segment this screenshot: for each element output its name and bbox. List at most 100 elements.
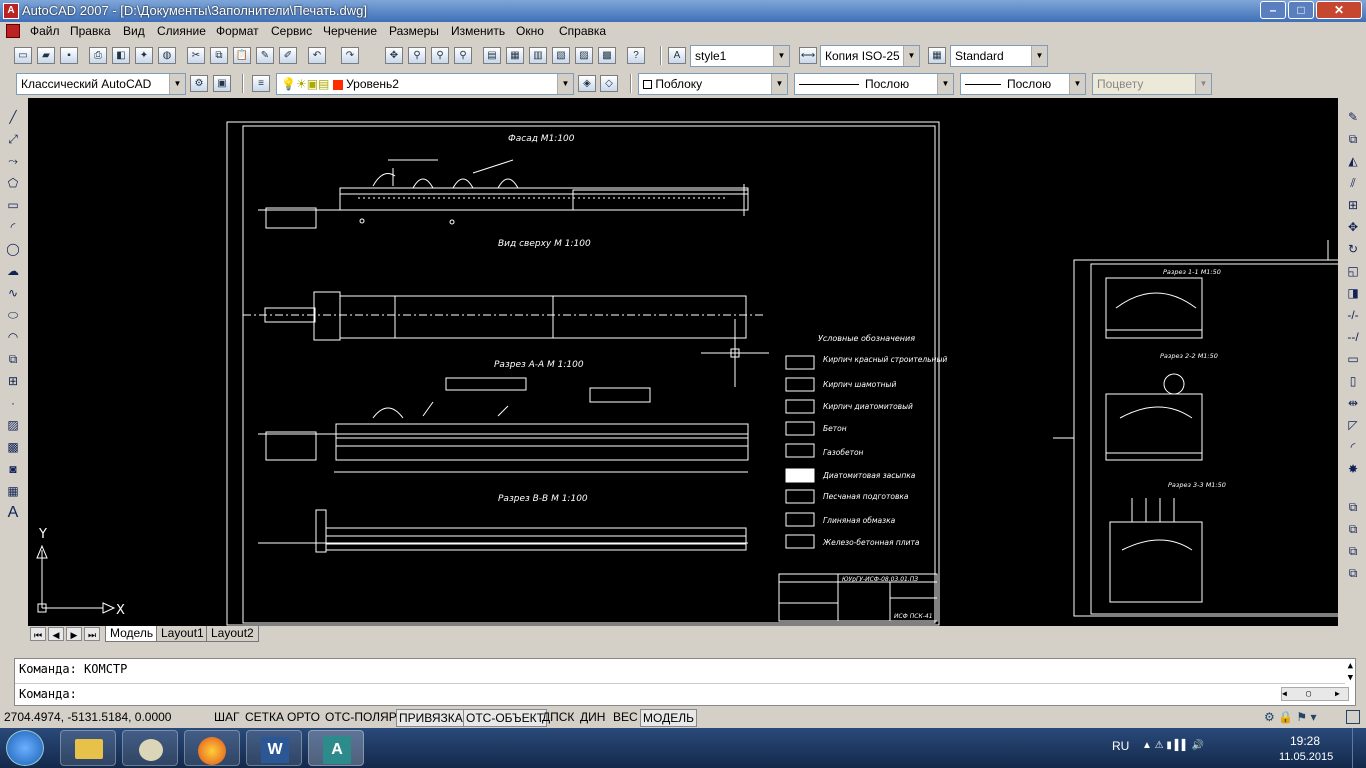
undo-icon[interactable]: ↶ xyxy=(308,47,326,64)
dim-style-icon[interactable]: ⟷ xyxy=(799,47,817,64)
region-icon[interactable]: ◙ xyxy=(4,460,22,478)
show-desktop-button[interactable] xyxy=(1352,728,1366,768)
mirror-icon[interactable]: ◭ xyxy=(1344,152,1362,170)
revision-cloud-icon[interactable]: ☁ xyxy=(4,262,22,280)
clock-time[interactable]: 19:28 xyxy=(1290,734,1320,748)
table-style-icon[interactable]: ▦ xyxy=(928,47,946,64)
rotate-icon[interactable]: ↻ xyxy=(1344,240,1362,258)
fillet-icon[interactable]: ◜ xyxy=(1344,438,1362,456)
properties-icon[interactable]: ▤ xyxy=(483,47,501,64)
ellipse-arc-icon[interactable]: ◠ xyxy=(4,328,22,346)
my-workspace-icon[interactable]: ▣ xyxy=(213,75,231,92)
scale-icon[interactable]: ◱ xyxy=(1344,262,1362,280)
clock-date[interactable]: 11.05.2015 xyxy=(1279,751,1333,763)
language-indicator[interactable]: RU xyxy=(1112,739,1129,753)
publish-icon[interactable]: ✦ xyxy=(135,47,153,64)
draw-order-icon[interactable]: ⧉ xyxy=(1344,498,1362,516)
minimize-button[interactable]: – xyxy=(1260,1,1286,19)
ducs-toggle[interactable]: ДПСК xyxy=(540,709,576,727)
bring-front-icon[interactable]: ⧉ xyxy=(1344,520,1362,538)
clean-screen-icon[interactable] xyxy=(1346,710,1360,724)
linetype-select[interactable]: Послою ▼ xyxy=(794,73,954,95)
workspace-settings-icon[interactable]: ⚙ xyxy=(190,75,208,92)
bring-above-icon[interactable]: ⧉ xyxy=(1344,564,1362,582)
menu-dimension[interactable]: Размеры xyxy=(389,24,439,38)
grid-toggle[interactable]: СЕТКА xyxy=(243,709,286,727)
layer-previous-icon[interactable]: ◇ xyxy=(600,75,618,92)
break-at-point-icon[interactable]: ▭ xyxy=(1344,350,1362,368)
send-back-icon[interactable]: ⧉ xyxy=(1344,542,1362,560)
stretch-icon[interactable]: ◨ xyxy=(1344,284,1362,302)
polyline-icon[interactable]: ⤳ xyxy=(4,152,22,170)
menu-view[interactable]: Вид xyxy=(123,24,145,38)
calculator-icon[interactable]: ▩ xyxy=(598,47,616,64)
layer-manager-icon[interactable]: ≡ xyxy=(252,75,270,92)
menu-help[interactable]: Справка xyxy=(559,24,606,38)
make-block-icon[interactable]: ⊞ xyxy=(4,372,22,390)
sheet-set-icon[interactable]: ▧ xyxy=(552,47,570,64)
tab-model[interactable]: Модель xyxy=(105,626,159,642)
plotstyle-select[interactable]: Поцвету ▼ xyxy=(1092,73,1212,95)
move-icon[interactable]: ✥ xyxy=(1344,218,1362,236)
command-window[interactable]: Команда: КОМСТР Команда: ▲ ▼ ◀ ▢ ▶ xyxy=(14,658,1356,706)
block-editor-icon[interactable]: ✐ xyxy=(279,47,297,64)
menu-merge[interactable]: Слияние xyxy=(157,24,206,38)
erase-icon[interactable]: ✎ xyxy=(1344,108,1362,126)
mtext-icon[interactable]: A xyxy=(4,504,22,522)
document-icon[interactable] xyxy=(6,24,20,38)
explorer-taskbar-icon[interactable] xyxy=(60,730,116,766)
new-icon[interactable]: ▭ xyxy=(14,47,32,64)
autocad-taskbar-icon[interactable]: A xyxy=(308,730,364,766)
rectangle-icon[interactable]: ▭ xyxy=(4,196,22,214)
zoom-previous-icon[interactable]: ⚲ xyxy=(454,47,472,64)
tool-palettes-icon[interactable]: ▥ xyxy=(529,47,547,64)
join-icon[interactable]: ⇹ xyxy=(1344,394,1362,412)
explode-icon[interactable]: ✸ xyxy=(1344,460,1362,478)
otrack-toggle[interactable]: ОТС-ОБЪЕКТ xyxy=(463,709,547,727)
maximize-button[interactable]: □ xyxy=(1288,1,1314,19)
horizontal-scrollbar[interactable]: ◀ ▢ ▶ xyxy=(1281,687,1349,701)
zoom-realtime-icon[interactable]: ⚲ xyxy=(408,47,426,64)
save-icon[interactable]: ▪ xyxy=(60,47,78,64)
chamfer-icon[interactable]: ◸ xyxy=(1344,416,1362,434)
array-icon[interactable]: ⊞ xyxy=(1344,196,1362,214)
model-toggle[interactable]: МОДЕЛЬ xyxy=(640,709,697,727)
make-current-layer-icon[interactable]: ◈ xyxy=(578,75,596,92)
menu-file[interactable]: Файл xyxy=(30,24,60,38)
tab-layout1[interactable]: Layout1 xyxy=(156,626,209,642)
copy-icon[interactable]: ⧉ xyxy=(210,47,228,64)
color-select[interactable]: Поблоку ▼ xyxy=(638,73,788,95)
break-icon[interactable]: ▯ xyxy=(1344,372,1362,390)
last-tab-icon[interactable]: ⏭ xyxy=(84,627,100,641)
redo-icon[interactable]: ↷ xyxy=(341,47,359,64)
table-icon[interactable]: ▦ xyxy=(4,482,22,500)
pan-icon[interactable]: ✥ xyxy=(385,47,403,64)
text-style-icon[interactable]: A xyxy=(668,47,686,64)
autocad-app-icon[interactable]: A xyxy=(3,3,19,19)
first-tab-icon[interactable]: ⏮ xyxy=(30,627,46,641)
status-tray-icons[interactable]: ⚙ 🔒 ⚑ ▾ xyxy=(1264,710,1316,724)
scroll-up-icon[interactable]: ▲ xyxy=(1348,661,1353,671)
cut-icon[interactable]: ✂ xyxy=(187,47,205,64)
match-properties-icon[interactable]: ✎ xyxy=(256,47,274,64)
menu-draw[interactable]: Черчение xyxy=(323,24,377,38)
text-style-select[interactable]: style1 ▼ xyxy=(690,45,790,67)
ellipse-icon[interactable]: ⬭ xyxy=(4,306,22,324)
arc-icon[interactable]: ◜ xyxy=(4,218,22,236)
prev-tab-icon[interactable]: ◀ xyxy=(48,627,64,641)
construction-line-icon[interactable]: ⤢ xyxy=(4,130,22,148)
next-tab-icon[interactable]: ▶ xyxy=(66,627,82,641)
menu-modify[interactable]: Изменить xyxy=(451,24,505,38)
offset-icon[interactable]: ⫽ xyxy=(1344,174,1362,192)
trim-icon[interactable]: -/- xyxy=(1344,306,1362,324)
dim-style-select[interactable]: Копия ISO-25 ▼ xyxy=(820,45,920,67)
layer-select[interactable]: 💡☀▣▤ Уровень2 ▼ xyxy=(276,73,574,95)
tab-layout2[interactable]: Layout2 xyxy=(206,626,259,642)
line-icon[interactable]: ╱ xyxy=(4,108,22,126)
3d-dwf-icon[interactable]: ◍ xyxy=(158,47,176,64)
help-icon[interactable]: ? xyxy=(627,47,645,64)
lineweight-select[interactable]: Послою ▼ xyxy=(960,73,1086,95)
plot-preview-icon[interactable]: ◧ xyxy=(112,47,130,64)
polar-toggle[interactable]: ОТС-ПОЛЯР xyxy=(323,709,399,727)
menu-format[interactable]: Формат xyxy=(216,24,259,38)
